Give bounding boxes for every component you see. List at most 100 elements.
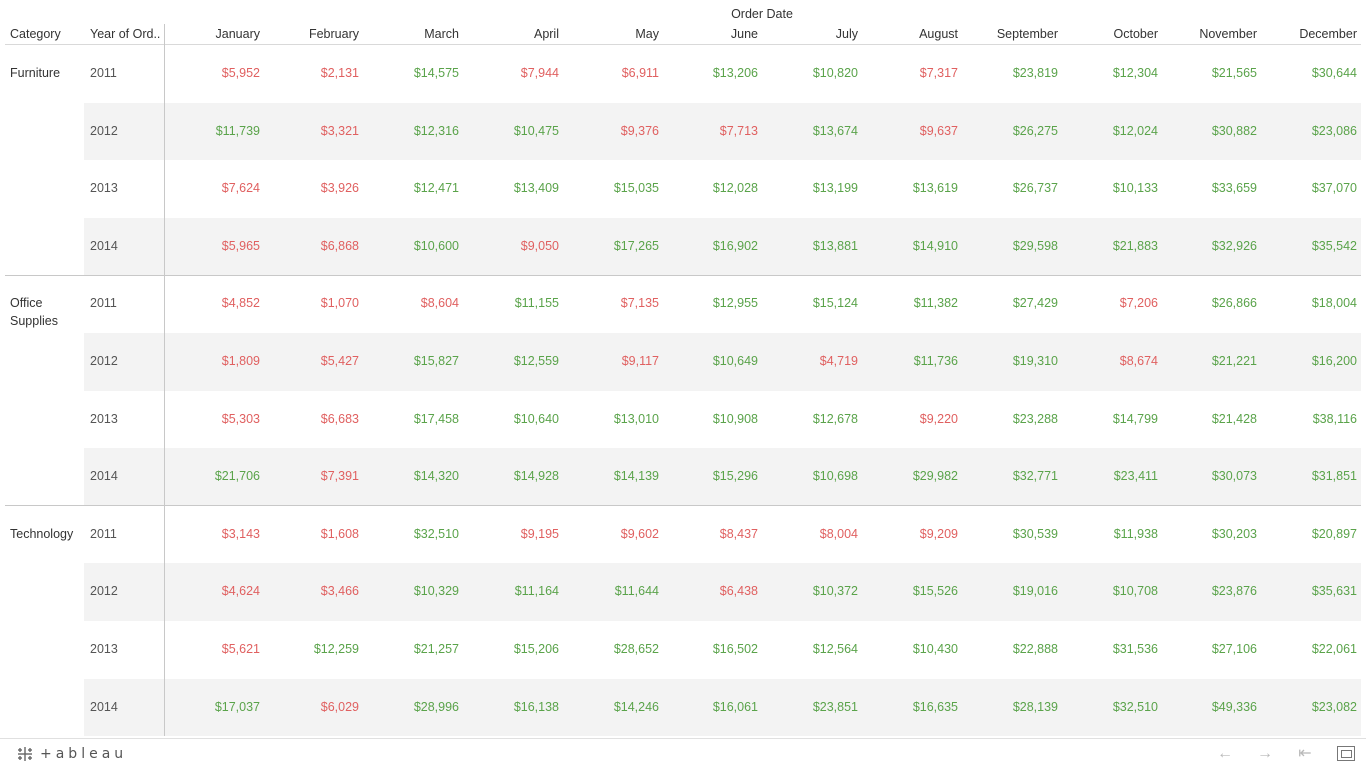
table-cell[interactable]: $8,674 [1063,354,1158,368]
month-header[interactable]: January [165,27,260,41]
table-cell[interactable]: $30,882 [1162,124,1257,138]
table-cell[interactable]: $9,376 [564,124,659,138]
table-cell[interactable]: $10,475 [464,124,559,138]
table-cell[interactable]: $29,598 [963,239,1058,253]
table-cell[interactable]: $3,926 [264,181,359,195]
table-cell[interactable]: $11,155 [464,296,559,310]
table-cell[interactable]: $12,559 [464,354,559,368]
table-cell[interactable]: $7,206 [1063,296,1158,310]
month-header[interactable]: November [1162,27,1257,41]
table-cell[interactable]: $15,035 [564,181,659,195]
month-header[interactable]: December [1262,27,1357,41]
table-cell[interactable]: $27,429 [963,296,1058,310]
table-cell[interactable]: $7,391 [264,469,359,483]
table-cell[interactable]: $21,428 [1162,412,1257,426]
month-header[interactable]: February [264,27,359,41]
table-cell[interactable]: $29,982 [863,469,958,483]
table-cell[interactable]: $8,604 [364,296,459,310]
table-cell[interactable]: $32,926 [1162,239,1257,253]
table-cell[interactable]: $17,037 [165,700,260,714]
table-cell[interactable]: $16,502 [663,642,758,656]
table-cell[interactable]: $3,466 [264,584,359,598]
year-label[interactable]: 2013 [90,642,118,656]
table-cell[interactable]: $4,852 [165,296,260,310]
table-cell[interactable]: $1,809 [165,354,260,368]
table-cell[interactable]: $16,635 [863,700,958,714]
table-cell[interactable]: $13,409 [464,181,559,195]
table-cell[interactable]: $5,303 [165,412,260,426]
month-header[interactable]: September [963,27,1058,41]
table-cell[interactable]: $35,542 [1262,239,1357,253]
table-cell[interactable]: $49,336 [1162,700,1257,714]
table-cell[interactable]: $6,683 [264,412,359,426]
table-cell[interactable]: $13,010 [564,412,659,426]
year-label[interactable]: 2011 [90,66,117,80]
table-cell[interactable]: $12,259 [264,642,359,656]
month-header[interactable]: March [364,27,459,41]
table-cell[interactable]: $13,199 [763,181,858,195]
table-cell[interactable]: $21,565 [1162,66,1257,80]
table-cell[interactable]: $10,600 [364,239,459,253]
table-cell[interactable]: $26,737 [963,181,1058,195]
table-cell[interactable]: $19,310 [963,354,1058,368]
table-cell[interactable]: $14,320 [364,469,459,483]
table-cell[interactable]: $15,206 [464,642,559,656]
table-cell[interactable]: $21,221 [1162,354,1257,368]
table-cell[interactable]: $14,910 [863,239,958,253]
table-cell[interactable]: $8,437 [663,527,758,541]
table-cell[interactable]: $10,372 [763,584,858,598]
redo-icon[interactable]: → [1254,745,1276,763]
table-cell[interactable]: $5,952 [165,66,260,80]
table-cell[interactable]: $13,674 [763,124,858,138]
table-cell[interactable]: $30,644 [1262,66,1357,80]
table-cell[interactable]: $30,203 [1162,527,1257,541]
table-cell[interactable]: $11,938 [1063,527,1158,541]
table-cell[interactable]: $18,004 [1262,296,1357,310]
table-cell[interactable]: $7,317 [863,66,958,80]
table-cell[interactable]: $6,438 [663,584,758,598]
table-cell[interactable]: $9,637 [863,124,958,138]
table-cell[interactable]: $12,028 [663,181,758,195]
table-cell[interactable]: $9,117 [564,354,659,368]
table-cell[interactable]: $13,619 [863,181,958,195]
table-cell[interactable]: $22,061 [1262,642,1357,656]
table-cell[interactable]: $16,200 [1262,354,1357,368]
table-cell[interactable]: $23,876 [1162,584,1257,598]
table-cell[interactable]: $17,458 [364,412,459,426]
table-cell[interactable]: $7,135 [564,296,659,310]
table-cell[interactable]: $32,510 [1063,700,1158,714]
table-cell[interactable]: $26,866 [1162,296,1257,310]
table-cell[interactable]: $10,640 [464,412,559,426]
table-cell[interactable]: $9,195 [464,527,559,541]
table-cell[interactable]: $23,851 [763,700,858,714]
table-cell[interactable]: $10,329 [364,584,459,598]
category-label[interactable]: Technology [10,525,82,543]
month-header[interactable]: May [564,27,659,41]
table-cell[interactable]: $11,164 [464,584,559,598]
table-cell[interactable]: $15,124 [763,296,858,310]
table-cell[interactable]: $23,288 [963,412,1058,426]
table-cell[interactable]: $10,708 [1063,584,1158,598]
table-cell[interactable]: $16,902 [663,239,758,253]
table-cell[interactable]: $6,868 [264,239,359,253]
table-cell[interactable]: $11,739 [165,124,260,138]
undo-icon[interactable]: ← [1214,745,1236,763]
table-cell[interactable]: $37,070 [1262,181,1357,195]
table-cell[interactable]: $28,652 [564,642,659,656]
table-cell[interactable]: $38,116 [1262,412,1357,426]
table-cell[interactable]: $6,029 [264,700,359,714]
row-header-year[interactable]: Year of Ord.. [90,27,160,41]
table-cell[interactable]: $15,827 [364,354,459,368]
table-cell[interactable]: $14,799 [1063,412,1158,426]
table-cell[interactable]: $32,771 [963,469,1058,483]
revert-icon[interactable]: ⇤ [1294,745,1316,763]
table-cell[interactable]: $22,888 [963,642,1058,656]
table-cell[interactable]: $11,736 [863,354,958,368]
table-cell[interactable]: $5,965 [165,239,260,253]
table-cell[interactable]: $14,575 [364,66,459,80]
year-label[interactable]: 2012 [90,584,118,598]
table-cell[interactable]: $14,928 [464,469,559,483]
table-cell[interactable]: $23,082 [1262,700,1357,714]
table-cell[interactable]: $8,004 [763,527,858,541]
table-cell[interactable]: $7,713 [663,124,758,138]
